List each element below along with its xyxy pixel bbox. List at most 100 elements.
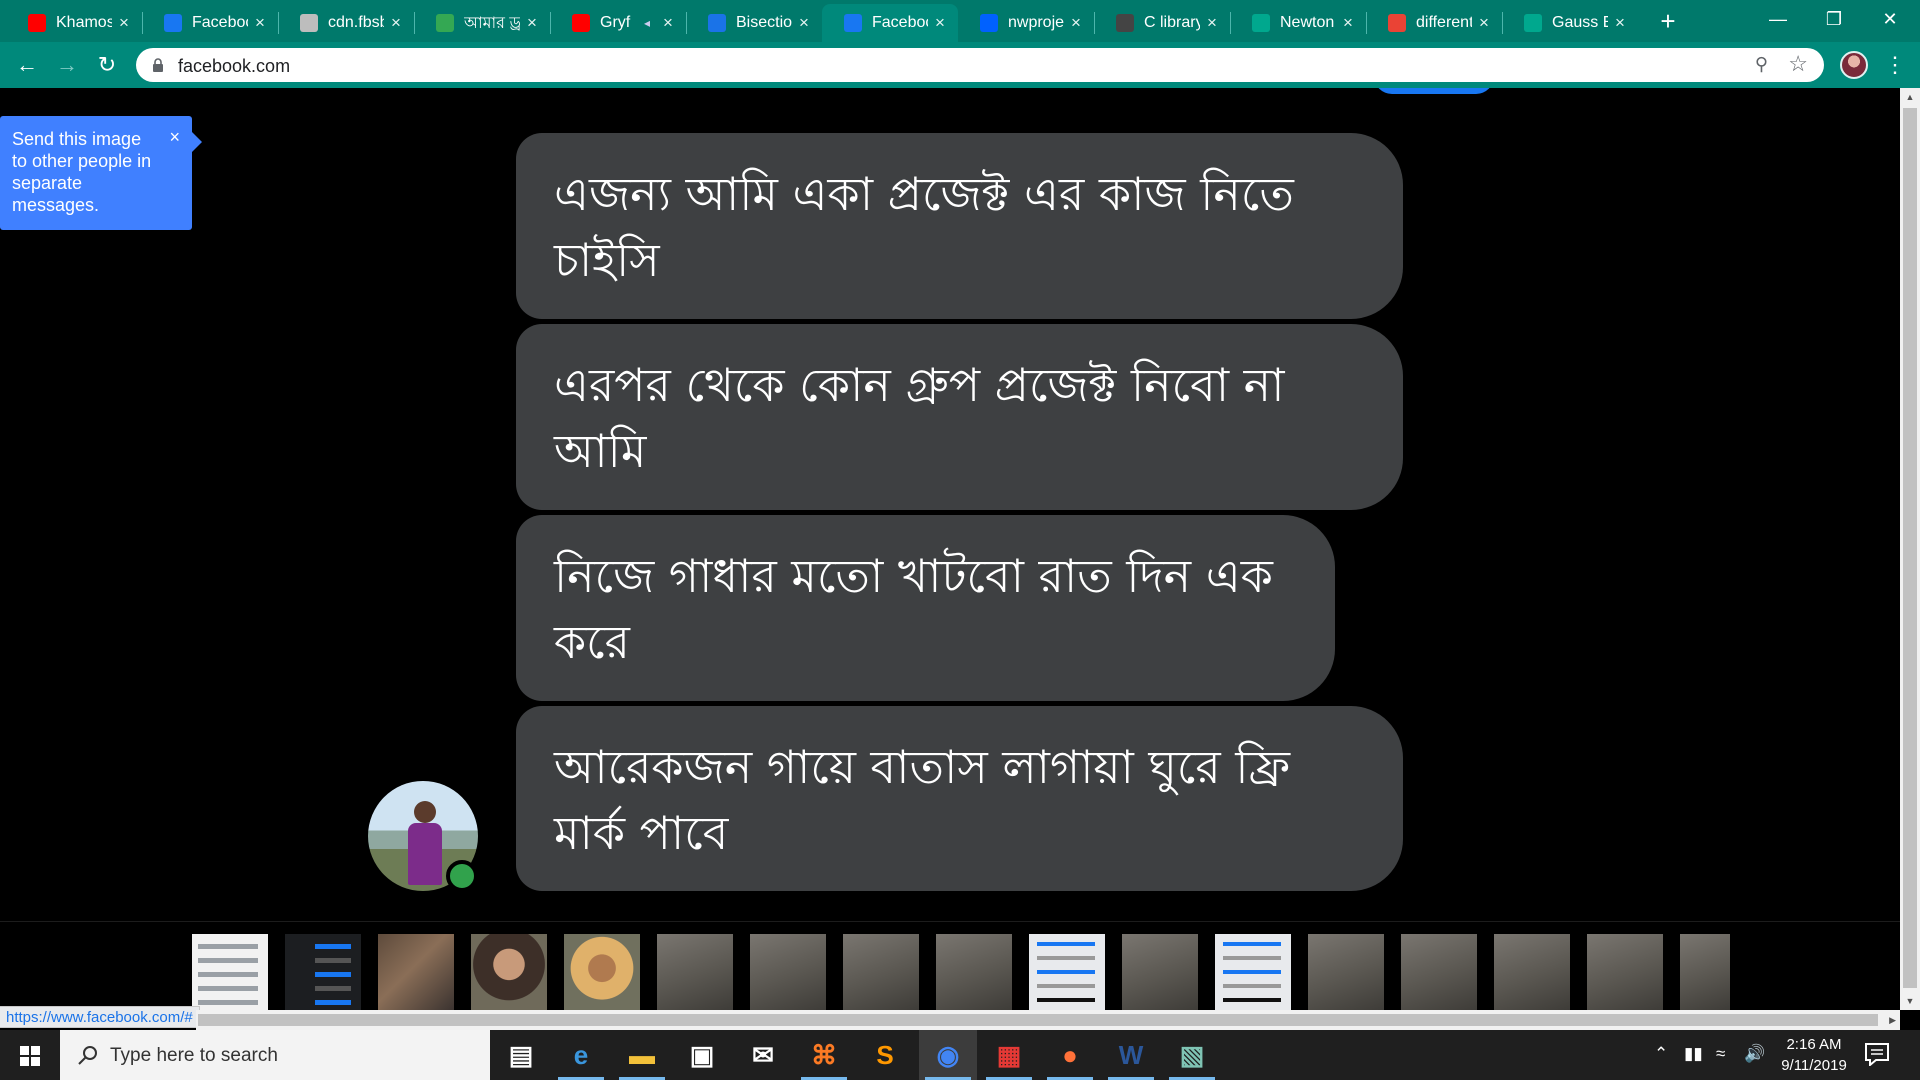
scroll-right-arrow-icon[interactable]: ▶: [1889, 1010, 1896, 1030]
forward-arrow-icon[interactable]: →: [52, 50, 82, 80]
task-view-icon[interactable]: ▤: [492, 1030, 550, 1080]
tab-close-icon[interactable]: ×: [1340, 13, 1356, 33]
browser-tab[interactable]: Khamosh×: [6, 4, 142, 42]
firefox-icon[interactable]: ●: [1041, 1030, 1099, 1080]
photo-thumbnail[interactable]: [471, 934, 547, 1010]
photo-thumbnail[interactable]: [1122, 934, 1198, 1010]
tab-close-icon[interactable]: ×: [796, 13, 812, 33]
browser-tab[interactable]: different ×: [1366, 4, 1502, 42]
browser-tab[interactable]: Facebook×: [822, 4, 958, 42]
mail-icon[interactable]: ✉: [734, 1030, 792, 1080]
back-arrow-icon[interactable]: ←: [12, 50, 42, 80]
photo-thumbnail[interactable]: [1308, 934, 1384, 1010]
browser-tab[interactable]: আমার ড্রা ×: [414, 4, 550, 42]
tab-close-icon[interactable]: ×: [1068, 13, 1084, 33]
google-icon: [1388, 14, 1406, 32]
tab-title: Gauss El: [1552, 14, 1608, 31]
photo-thumbnail[interactable]: [843, 934, 919, 1010]
action-center-icon[interactable]: [1864, 1042, 1890, 1066]
tab-close-icon[interactable]: ×: [1476, 13, 1492, 33]
taskbar-search-box[interactable]: Type here to search: [60, 1030, 490, 1080]
system-clock[interactable]: 2:16 AM 9/11/2019: [1774, 1034, 1854, 1076]
search-placeholder: Type here to search: [110, 1045, 278, 1066]
browser-tab[interactable]: Facebook×: [142, 4, 278, 42]
tab-separator: [1366, 12, 1367, 34]
speaker-muted-icon[interactable]: ◂: [644, 16, 650, 30]
browser-toolbar: ← → ↻ facebook.com ⚲ ☆ ⋮: [0, 42, 1920, 88]
photo-thumbnail[interactable]: [192, 934, 268, 1010]
tab-title: Facebook: [192, 14, 248, 31]
tab-close-icon[interactable]: ×: [1204, 13, 1220, 33]
vertical-scrollbar[interactable]: ▲ ▼: [1900, 88, 1920, 1010]
tab-close-icon[interactable]: ×: [252, 13, 268, 33]
browser-tab[interactable]: C library ×: [1094, 4, 1230, 42]
photo-thumbnail[interactable]: [1401, 934, 1477, 1010]
scroll-up-arrow-icon[interactable]: ▲: [1900, 88, 1920, 106]
wifi-icon[interactable]: ≈: [1716, 1044, 1725, 1064]
tab-close-icon[interactable]: ×: [116, 13, 132, 33]
browser-tab[interactable]: cdn.fbsb ×: [278, 4, 414, 42]
file-explorer-icon[interactable]: ▬: [613, 1030, 671, 1080]
close-icon[interactable]: ×: [169, 126, 180, 148]
browser-tab[interactable]: nwproject×: [958, 4, 1094, 42]
photo-thumbnail[interactable]: [1680, 934, 1730, 1010]
tab-title: আমার ড্রা: [464, 14, 520, 32]
remote-app-icon[interactable]: ▧: [1163, 1030, 1221, 1080]
photo-thumbnail[interactable]: [936, 934, 1012, 1010]
tab-title: Facebook: [872, 14, 928, 31]
tab-close-icon[interactable]: ×: [932, 13, 948, 33]
volume-icon[interactable]: 🔊: [1744, 1044, 1765, 1064]
tab-separator: [142, 12, 143, 34]
profile-avatar[interactable]: [1840, 51, 1868, 79]
restore-icon[interactable]: ❐: [1806, 0, 1862, 38]
battery-icon[interactable]: ▮▮: [1684, 1044, 1703, 1064]
edge-icon[interactable]: e: [552, 1030, 610, 1080]
photo-thumbnail[interactable]: [285, 934, 361, 1010]
browser-tab[interactable]: Bisection×: [686, 4, 822, 42]
photo-thumbnail[interactable]: [1587, 934, 1663, 1010]
message-bubble: নিজে গাধার মতো খাটবো রাত দিন এক করে: [516, 515, 1335, 701]
store-icon[interactable]: ▣: [673, 1030, 731, 1080]
share-tooltip: Send this image to other people in separ…: [0, 116, 202, 230]
close-window-icon[interactable]: ✕: [1862, 0, 1918, 38]
photo-thumbnail[interactable]: [1494, 934, 1570, 1010]
tab-close-icon[interactable]: ×: [524, 13, 540, 33]
tab-close-icon[interactable]: ×: [388, 13, 404, 33]
thumbnail-strip: [192, 934, 1730, 1010]
photo-thumbnail[interactable]: [750, 934, 826, 1010]
photo-thumbnail[interactable]: [564, 934, 640, 1010]
tab-separator: [278, 12, 279, 34]
menu-kebab-icon[interactable]: ⋮: [1884, 50, 1906, 80]
chrome-icon[interactable]: ◉: [919, 1030, 977, 1080]
address-bar[interactable]: facebook.com ⚲ ☆: [136, 48, 1824, 82]
photo-thumbnail[interactable]: [1215, 934, 1291, 1010]
photo-thumbnail[interactable]: [378, 934, 454, 1010]
scroll-down-arrow-icon[interactable]: ▼: [1900, 992, 1920, 1010]
chegg-c-icon: [1524, 14, 1542, 32]
sublime-icon[interactable]: S: [856, 1030, 914, 1080]
browser-tab[interactable]: Gauss El×: [1502, 4, 1638, 42]
tab-title: nwproject: [1008, 14, 1064, 31]
chevron-up-icon[interactable]: ⌃: [1654, 1044, 1668, 1064]
tab-close-icon[interactable]: ×: [1612, 13, 1628, 33]
office-icon[interactable]: ▦: [980, 1030, 1038, 1080]
key-icon[interactable]: ⚲: [1755, 54, 1768, 75]
office-icon-glyph: ▦: [996, 1039, 1022, 1070]
browser-tab[interactable]: Newton ×: [1230, 4, 1366, 42]
reload-icon[interactable]: ↻: [92, 50, 122, 80]
minimize-icon[interactable]: —: [1750, 0, 1806, 38]
start-button[interactable]: [0, 1030, 60, 1080]
mail-icon-glyph: ✉: [752, 1039, 774, 1070]
youtube-icon: [28, 14, 46, 32]
scrollbar-thumb[interactable]: [198, 1014, 1878, 1026]
photo-thumbnail[interactable]: [1029, 934, 1105, 1010]
horizontal-scrollbar[interactable]: ▶: [196, 1010, 1900, 1030]
xampp-icon[interactable]: ⌘: [795, 1030, 853, 1080]
word-icon[interactable]: W: [1102, 1030, 1160, 1080]
browser-tab[interactable]: Gryf ◂ ×: [550, 4, 686, 42]
photo-thumbnail[interactable]: [657, 934, 733, 1010]
bookmark-star-icon[interactable]: ☆: [1788, 51, 1808, 77]
scrollbar-thumb[interactable]: [1903, 108, 1917, 988]
new-tab-button[interactable]: +: [1656, 6, 1680, 36]
tab-close-icon[interactable]: ×: [660, 13, 676, 33]
